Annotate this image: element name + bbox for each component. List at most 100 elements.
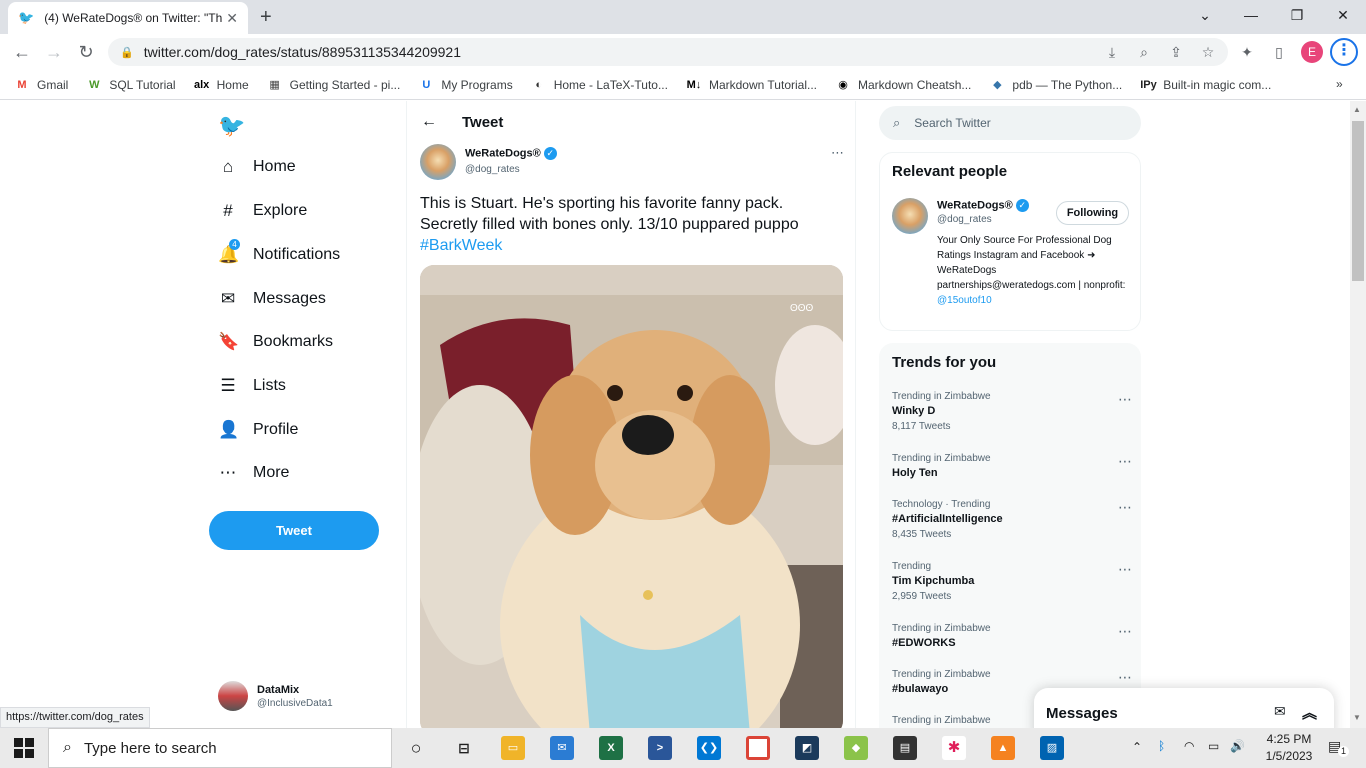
relevant-name-row[interactable]: WeRateDogs® ✓	[937, 199, 1029, 212]
trend-item[interactable]: Trending in Zimbabwe #EDWORKS ⋯	[892, 623, 1132, 649]
bookmark-item[interactable]: ◉ Markdown Cheatsh...	[835, 77, 971, 93]
mail-icon[interactable]: ✉	[550, 736, 574, 760]
trend-more-icon[interactable]: ⋯	[1118, 561, 1132, 578]
sidebar-item-explore[interactable]: # Explore	[218, 201, 307, 221]
show-hidden-icons-icon[interactable]: ⌃	[1132, 740, 1142, 754]
bookmark-item[interactable]: ▦ Getting Started - pi...	[267, 77, 400, 93]
trend-more-icon[interactable]: ⋯	[1118, 623, 1132, 640]
install-app-icon[interactable]: ⤓	[1102, 42, 1122, 62]
trend-more-icon[interactable]: ⋯	[1118, 391, 1132, 408]
new-message-icon[interactable]: ✉	[1274, 703, 1286, 720]
bookmark-item[interactable]: M Gmail	[14, 77, 68, 93]
bluetooth-icon[interactable]: ᛒ	[1158, 739, 1165, 753]
explore-icon: #	[223, 201, 233, 220]
trend-item[interactable]: Trending in Zimbabwe Winky D 8,117 Tweets ⋯	[892, 391, 1132, 432]
vscode-icon[interactable]: ❮❯	[697, 736, 721, 760]
trend-item[interactable]: Technology · Trending #ArtificialIntellig…	[892, 499, 1132, 540]
windows-start-icon[interactable]	[14, 738, 34, 758]
trend-name: #EDWORKS	[892, 637, 956, 649]
extensions-icon[interactable]: ✦	[1237, 42, 1257, 62]
file-explorer-icon[interactable]: ▭	[501, 736, 525, 760]
trend-item[interactable]: Trending Tim Kipchumba 2,959 Tweets ⋯	[892, 561, 1132, 602]
notification-center-icon[interactable]: ▤ 1	[1328, 738, 1349, 757]
messages-drawer[interactable]: Messages ✉ ︽	[1034, 688, 1334, 728]
bookmark-item[interactable]: W SQL Tutorial	[86, 77, 175, 93]
trend-more-icon[interactable]: ⋯	[1118, 669, 1132, 686]
tweet-more-icon[interactable]: ⋯	[831, 145, 844, 161]
trend-count: 8,435 Tweets	[892, 529, 952, 540]
sidebar-item-profile[interactable]: 👤 Profile	[218, 420, 298, 440]
bookmark-item[interactable]: ◐ Home - LaTeX-Tuto...	[531, 77, 668, 93]
bookmark-label: Markdown Tutorial...	[708, 77, 817, 92]
author-handle[interactable]: @dog_rates	[465, 164, 520, 175]
relevant-avatar[interactable]	[892, 198, 928, 234]
bookmarks-overflow-icon[interactable]: »	[1336, 77, 1343, 91]
trend-more-icon[interactable]: ⋯	[1118, 499, 1132, 516]
side-panel-icon[interactable]: ▯	[1269, 42, 1289, 62]
bookmark-item[interactable]: ◆ pdb — The Python...	[989, 77, 1122, 93]
back-arrow-icon[interactable]: ←	[421, 113, 437, 131]
tweet-photo[interactable]: ʘʘʘ	[420, 265, 843, 728]
page-scrollbar[interactable]: ▲ ▼	[1350, 101, 1366, 728]
forward-button[interactable]: →	[42, 40, 66, 64]
expand-icon[interactable]: ︽	[1302, 702, 1317, 723]
profile-avatar[interactable]: E	[1301, 41, 1323, 63]
powershell-icon[interactable]: >	[648, 736, 672, 760]
bio-link[interactable]: @15outof10	[937, 295, 992, 306]
bookmark-item[interactable]: alx Home	[194, 77, 249, 93]
sidebar-item-bookmarks[interactable]: 🔖 Bookmarks	[218, 332, 333, 352]
volume-icon[interactable]: 🔊	[1230, 739, 1245, 753]
bookmark-item[interactable]: U My Programs	[418, 77, 512, 93]
profile-icon: 👤	[218, 420, 240, 439]
scrollbar-thumb[interactable]	[1352, 121, 1364, 281]
tweet-text: This is Stuart. He's sporting his favori…	[420, 193, 845, 256]
wifi-icon[interactable]: ◠	[1184, 739, 1194, 753]
bookmark-item[interactable]: IPy Built-in magic com...	[1140, 77, 1271, 93]
new-tab-button[interactable]: +	[260, 6, 272, 29]
address-bar[interactable]: 🔒 twitter.com/dog_rates/status/889531135…	[108, 38, 1228, 66]
twitter-logo-icon[interactable]: 🐦	[218, 113, 245, 139]
back-button[interactable]: ←	[10, 40, 34, 64]
share-icon[interactable]: ⇪	[1166, 42, 1186, 62]
hashtag-link[interactable]: #BarkWeek	[420, 235, 845, 256]
chrome-icon[interactable]	[746, 736, 770, 760]
maximize-button[interactable]: ❐	[1274, 4, 1320, 26]
sidebar-item-notifications[interactable]: 🔔 4 Notifications	[218, 239, 340, 265]
bookmark-star-icon[interactable]: ☆	[1198, 42, 1218, 62]
zoom-icon[interactable]: ⌕	[1134, 42, 1154, 62]
close-tab-icon[interactable]: ✕	[226, 10, 238, 27]
sidebar-item-lists[interactable]: ☰ Lists	[218, 376, 286, 396]
scroll-down-icon[interactable]: ▼	[1353, 713, 1361, 722]
sidebar-item-more[interactable]: ⋯ More	[218, 463, 290, 483]
azure-data-studio-icon[interactable]: ◩	[795, 736, 819, 760]
following-button[interactable]: Following	[1056, 201, 1129, 225]
minimize-button[interactable]: —	[1228, 4, 1274, 26]
browser-tab[interactable]: 🐦 (4) WeRateDogs® on Twitter: "Th ✕	[8, 2, 248, 34]
author-avatar[interactable]	[420, 144, 456, 180]
slack-icon[interactable]: ✱	[942, 736, 966, 760]
task-view-icon[interactable]: ⊟	[452, 736, 476, 760]
chrome-menu-icon[interactable]: ⋮	[1330, 38, 1358, 66]
author-name-row[interactable]: WeRateDogs® ✓	[465, 147, 557, 160]
sidebar-item-label: Bookmarks	[253, 333, 334, 350]
scroll-up-icon[interactable]: ▲	[1353, 105, 1361, 114]
photos-icon[interactable]: ▨	[1040, 736, 1064, 760]
tab-search-chevron-icon[interactable]: ⌄	[1182, 4, 1228, 26]
taskbar-search-input[interactable]: ⌕ Type here to search	[48, 728, 392, 768]
terminal-icon[interactable]: ▤	[893, 736, 917, 760]
clock[interactable]: 4:25 PM 1/5/2023	[1254, 732, 1324, 763]
reload-button[interactable]: ↻	[74, 40, 98, 64]
bookmark-item[interactable]: M↓ Markdown Tutorial...	[686, 77, 817, 93]
sidebar-item-home[interactable]: ⌂ Home	[218, 157, 296, 177]
sidebar-item-messages[interactable]: ✉ Messages	[218, 289, 326, 309]
vlc-icon[interactable]: ▲	[991, 736, 1015, 760]
trend-item[interactable]: Trending in Zimbabwe Holy Ten ⋯	[892, 453, 1132, 479]
excel-icon[interactable]: X	[599, 736, 623, 760]
trend-more-icon[interactable]: ⋯	[1118, 453, 1132, 470]
close-window-button[interactable]: ✕	[1320, 4, 1366, 26]
search-input[interactable]: ⌕ Search Twitter	[879, 106, 1141, 140]
cortana-icon[interactable]: ○	[404, 736, 428, 760]
battery-icon[interactable]: ▭	[1208, 739, 1219, 753]
tweet-button[interactable]: Tweet	[209, 511, 379, 550]
sourcetree-icon[interactable]: ◆	[844, 736, 868, 760]
